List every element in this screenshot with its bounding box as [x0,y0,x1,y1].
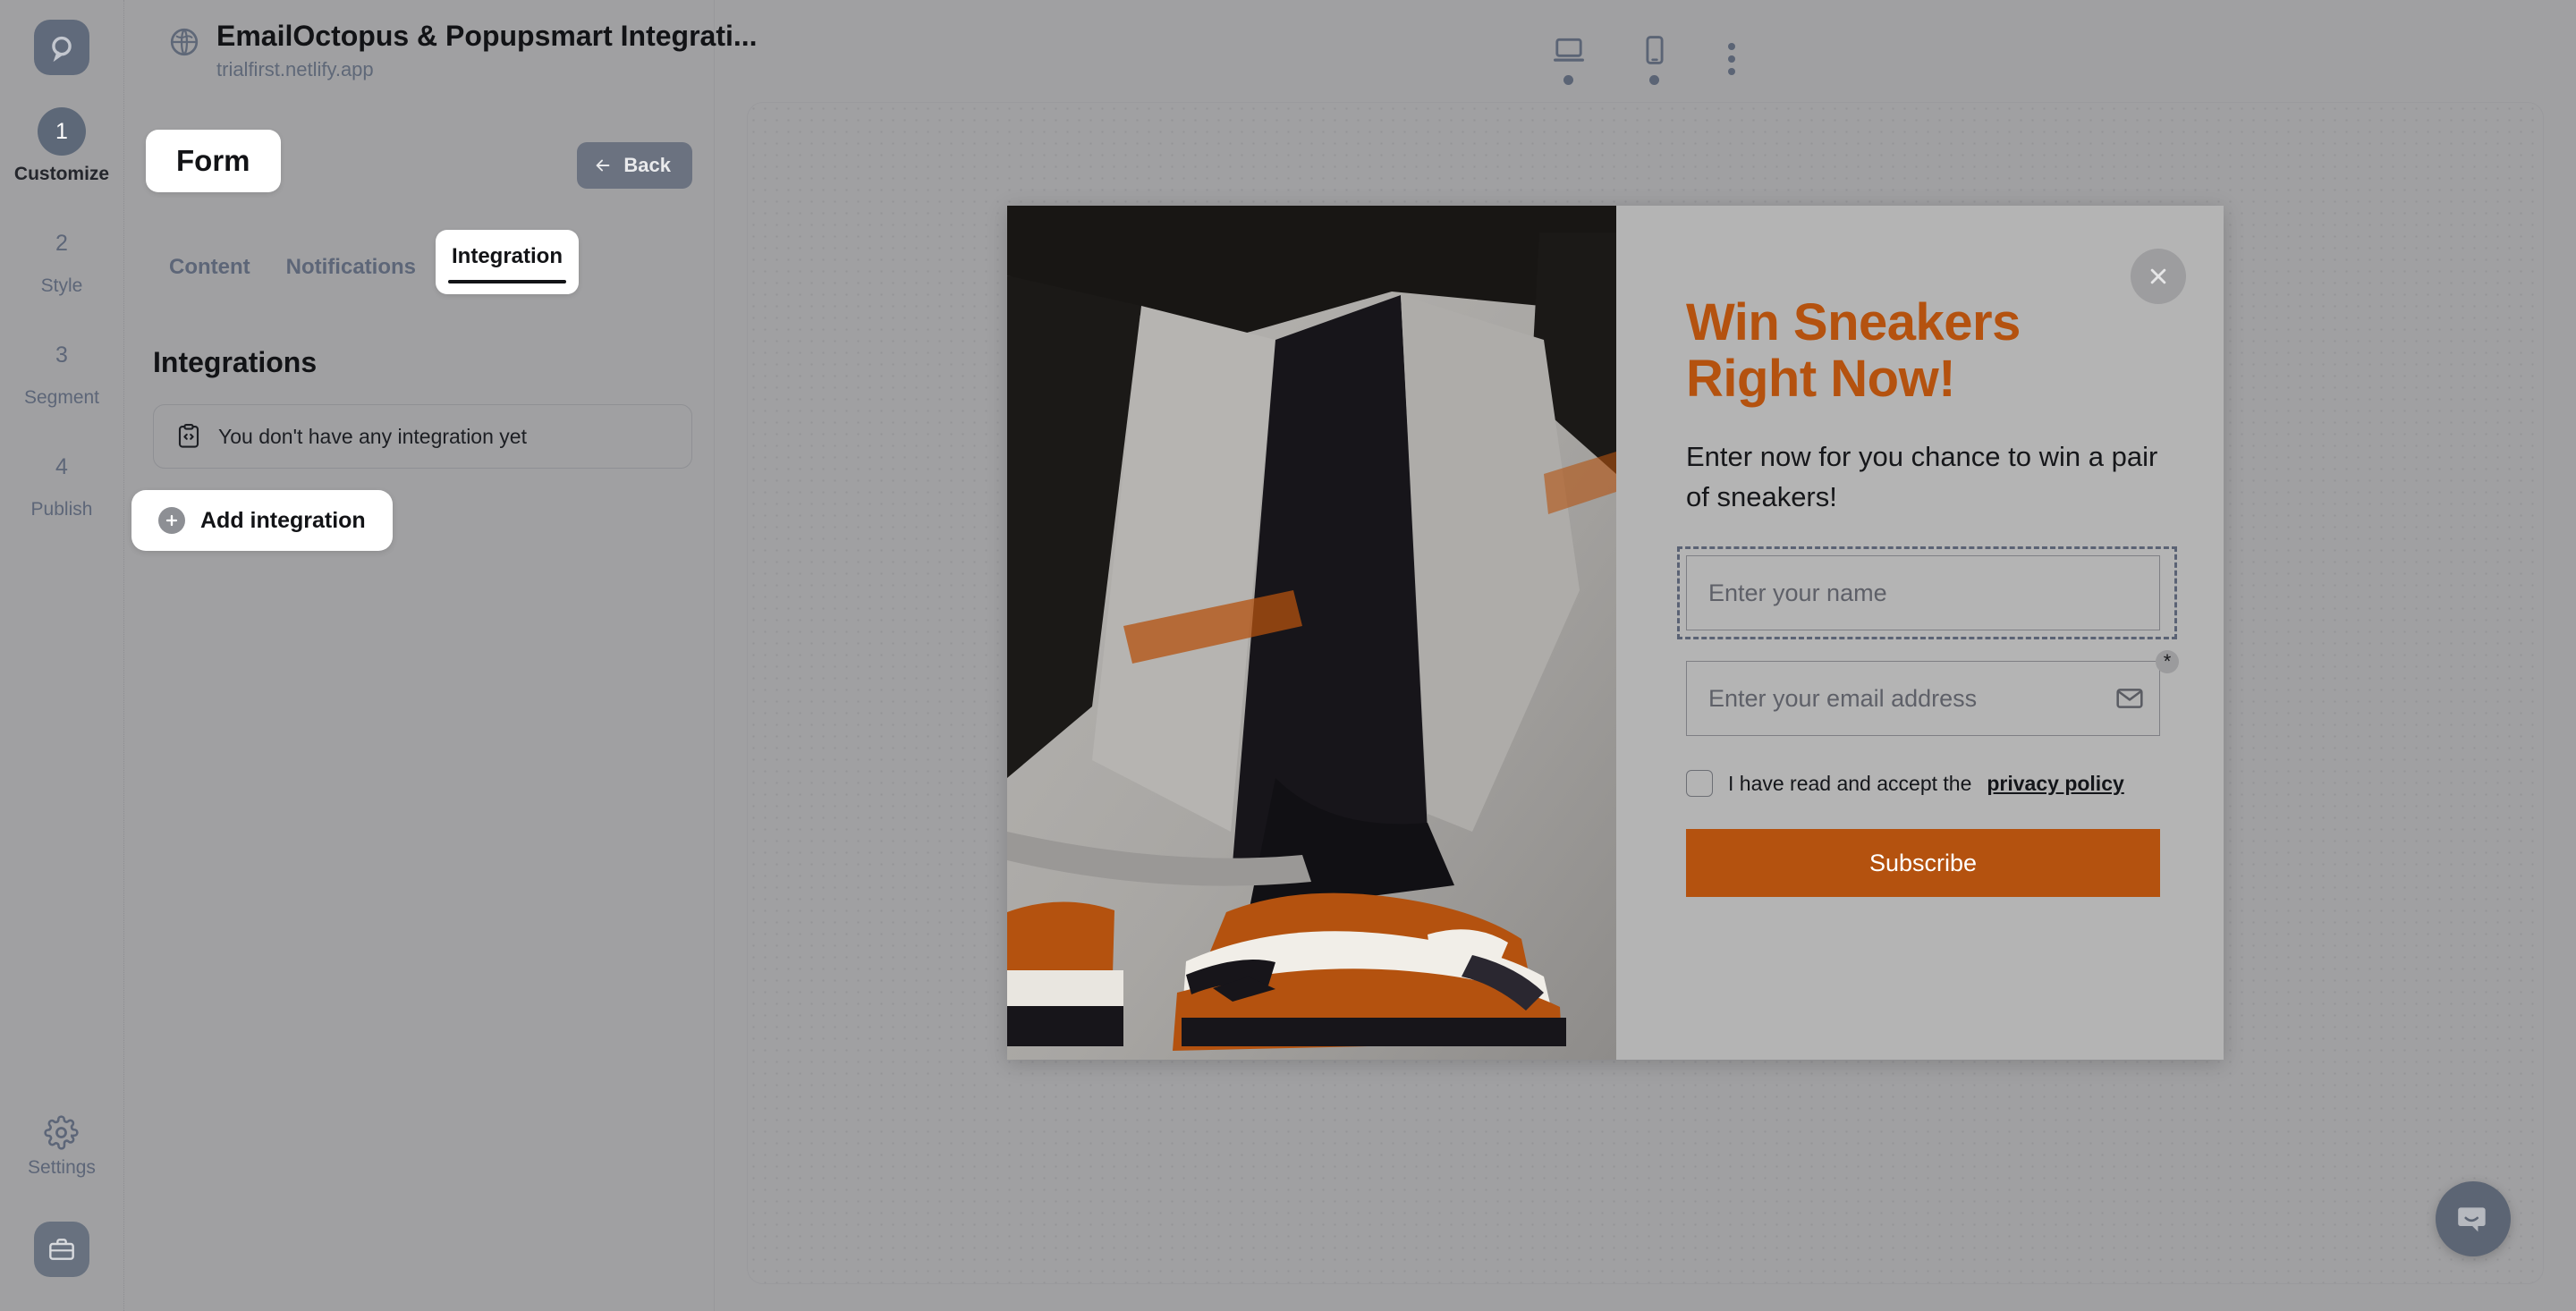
integrations-empty-state: You don't have any integration yet [153,404,692,469]
desktop-view-button[interactable] [1547,29,1590,90]
required-badge: * [2156,650,2179,674]
kebab-dot-1 [1727,43,1735,50]
sidebar-step-publish[interactable]: 4 Publish [0,443,123,520]
back-button[interactable]: Back [577,142,692,189]
step-number-2: 2 [55,230,68,256]
popup-subtitle: Enter now for you chance to win a pair o… [1686,441,2158,513]
chat-bubble-icon [2458,1207,2486,1232]
consent-checkbox[interactable] [1686,770,1713,798]
panel-tabs: Content Notifications Integration [146,230,692,294]
tab-label-integration: Integration [452,244,563,268]
add-integration-label: Add integration [200,507,366,533]
page-title: Form [146,130,281,192]
subscribe-button[interactable]: Subscribe [1686,829,2160,898]
email-field-wrapper[interactable]: Enter your email address * [1686,650,2179,737]
tab-label-notifications: Notifications [285,255,416,279]
tab-content[interactable]: Content [153,241,267,294]
tab-label-content: Content [169,255,250,279]
mobile-active-dot [1649,74,1659,85]
step-label-customize: Customize [13,164,110,184]
popup-image [1007,206,1616,1060]
sidebar-step-segment[interactable]: 3 Segment [0,331,123,409]
briefcase-icon [49,1239,74,1260]
page-heading: EmailOctopus & Popupsmart Integrati... [216,20,758,52]
back-button-label: Back [623,154,671,176]
sidebar-item-settings[interactable]: Settings [28,1115,96,1179]
popupsmart-logo-icon [52,36,72,63]
preview-canvas: Win Sneakers Right Now! Enter now for yo… [747,102,2544,1284]
sidebar-step-style[interactable]: 2 Style [0,219,123,297]
step-label-style: Style [40,275,83,296]
globe-icon [168,26,200,58]
more-options-button[interactable] [1719,34,1744,84]
tab-active-underline [448,280,566,283]
step-number-4: 4 [55,453,68,479]
email-input[interactable]: Enter your email address [1686,661,2160,737]
code-clipboard-icon [178,423,199,448]
popupsmart-logo[interactable] [34,20,89,75]
left-icon-rail: 1 Customize 2 Style 3 Segment 4 Publish [0,0,124,1311]
sidebar-item-label-settings: Settings [28,1157,96,1178]
desktop-active-dot [1563,74,1573,85]
orange-nike-air-max-sneakers-illustration [1007,206,1616,1060]
kebab-dot-2 [1727,55,1735,63]
popup-headline-line2: Right Now! [1686,349,1956,408]
step-number-3: 3 [55,342,68,368]
popup-content: Win Sneakers Right Now! Enter now for yo… [1616,206,2224,1060]
desktop-icon [1553,38,1584,62]
breadcrumb: EmailOctopus & Popupsmart Integrati... t… [168,20,758,81]
chat-launcher-button[interactable] [2436,1181,2511,1256]
site-url: trialfirst.netlify.app [216,57,374,80]
mobile-view-button[interactable] [1633,29,1676,90]
popup-headline: Win Sneakers Right Now! [1686,293,2168,408]
header-text-group: EmailOctopus & Popupsmart Integrati... t… [216,20,758,81]
consent-row: I have read and accept the privacy polic… [1686,770,2168,798]
privacy-policy-link[interactable]: privacy policy [1987,772,2123,796]
rail-bottom-group: Settings [0,1115,123,1311]
gear-icon [44,1115,80,1150]
tab-notifications[interactable]: Notifications [270,241,432,294]
name-field-wrapper[interactable]: Enter your name [1677,546,2177,640]
close-icon [2150,268,2166,284]
envelope-icon [2114,683,2145,714]
main-area: Win Sneakers Right Now! Enter now for yo… [715,0,2576,1311]
plus-circle-icon [158,507,185,534]
consent-text: I have read and accept the [1728,771,1972,795]
step-list: 1 Customize 2 Style 3 Segment 4 Publish [0,107,123,554]
add-integration-button[interactable]: Add integration [131,490,393,551]
app-root: 1 Customize 2 Style 3 Segment 4 Publish [0,0,2576,1311]
step-number-1: 1 [38,107,86,156]
arrow-left-icon [597,159,610,172]
briefcase-button[interactable] [34,1222,89,1277]
step-label-segment: Segment [23,387,100,408]
empty-state-text: You don't have any integration yet [218,424,527,448]
editor-panel: Form Back Content Notifications Integrat… [124,0,715,1311]
integrations-heading: Integrations [153,346,318,378]
popup-headline-line1: Win Sneakers [1686,293,2021,351]
step-label-publish: Publish [30,499,93,520]
sidebar-step-customize[interactable]: 1 Customize [0,107,123,185]
close-button[interactable] [2131,249,2186,304]
popup-preview: Win Sneakers Right Now! Enter now for yo… [1007,206,2224,1060]
tab-integration[interactable]: Integration [436,230,579,294]
mobile-icon [1645,35,1664,64]
preview-toolbar [715,0,2576,118]
name-input[interactable]: Enter your name [1686,555,2160,631]
kebab-dot-3 [1727,68,1735,75]
